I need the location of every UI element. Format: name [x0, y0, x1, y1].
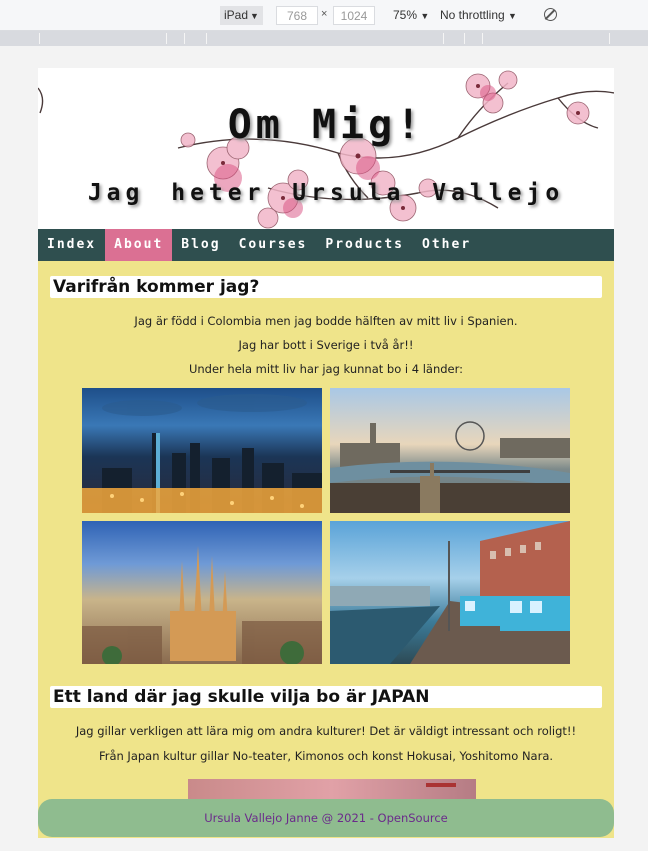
page-subtitle: Jag heter Ursula Vallejo [87, 180, 565, 206]
viewport-width-input[interactable]: 768 [276, 6, 318, 25]
throttling-select[interactable]: No throttling ▼ [440, 8, 517, 22]
pagoda-roof [426, 783, 456, 787]
nav-item-index[interactable]: Index [38, 229, 105, 261]
media-query-ruler[interactable] [0, 31, 648, 46]
device-label: iPad [224, 8, 249, 22]
dimension-separator: × [321, 8, 328, 20]
section-heading-japan: Ett land där jag skulle vilja bo är JAPA… [50, 686, 602, 708]
paragraph: Jag har bott i Sverige i två år!! [238, 338, 414, 352]
page-title: Om Mig! [227, 102, 425, 148]
device-select[interactable]: iPad ▼ [220, 6, 263, 25]
paragraph: Jag gillar verkligen att lära mig om and… [75, 724, 577, 738]
nav-item-products[interactable]: Products [316, 229, 413, 261]
country-photo-grid [38, 388, 614, 668]
nav-item-courses[interactable]: Courses [230, 229, 317, 261]
nav-item-other[interactable]: Other [413, 229, 480, 261]
paragraph: Jag är född i Colombia men jag bodde häl… [134, 314, 518, 328]
photo-colombia [82, 388, 322, 513]
header-banner: Om Mig! Jag heter Ursula Vallejo [38, 68, 614, 229]
devtools-toolbar: iPad ▼ 768 × 1024 75% ▼ No throttling ▼ [0, 0, 648, 31]
chevron-down-icon: ▼ [508, 11, 517, 21]
photo-england [330, 388, 570, 513]
nav-item-blog[interactable]: Blog [172, 229, 229, 261]
photo-sweden [330, 521, 570, 664]
paragraph: Under hela mitt liv har jag kunnat bo i … [188, 362, 464, 376]
main-nav: Index About Blog Courses Products Other [38, 229, 614, 261]
paragraph: Från Japan kultur gillar No-teater, Kimo… [98, 749, 554, 763]
rotate-icon[interactable] [544, 8, 557, 21]
footer: Ursula Vallejo Janne @ 2021 - OpenSource [38, 799, 614, 837]
zoom-label: 75% [393, 8, 418, 22]
chevron-down-icon: ▼ [420, 11, 430, 21]
viewport-height-input[interactable]: 1024 [333, 6, 375, 25]
chevron-down-icon: ▼ [250, 11, 259, 21]
photo-spain [82, 521, 322, 664]
nav-item-about[interactable]: About [105, 229, 173, 261]
section-heading-origin: Varifrån kommer jag? [50, 276, 602, 298]
page-viewport: Om Mig! Jag heter Ursula Vallejo Index A… [38, 68, 614, 838]
zoom-select[interactable]: 75% ▼ [393, 8, 429, 22]
throttling-label: No throttling [440, 8, 505, 22]
